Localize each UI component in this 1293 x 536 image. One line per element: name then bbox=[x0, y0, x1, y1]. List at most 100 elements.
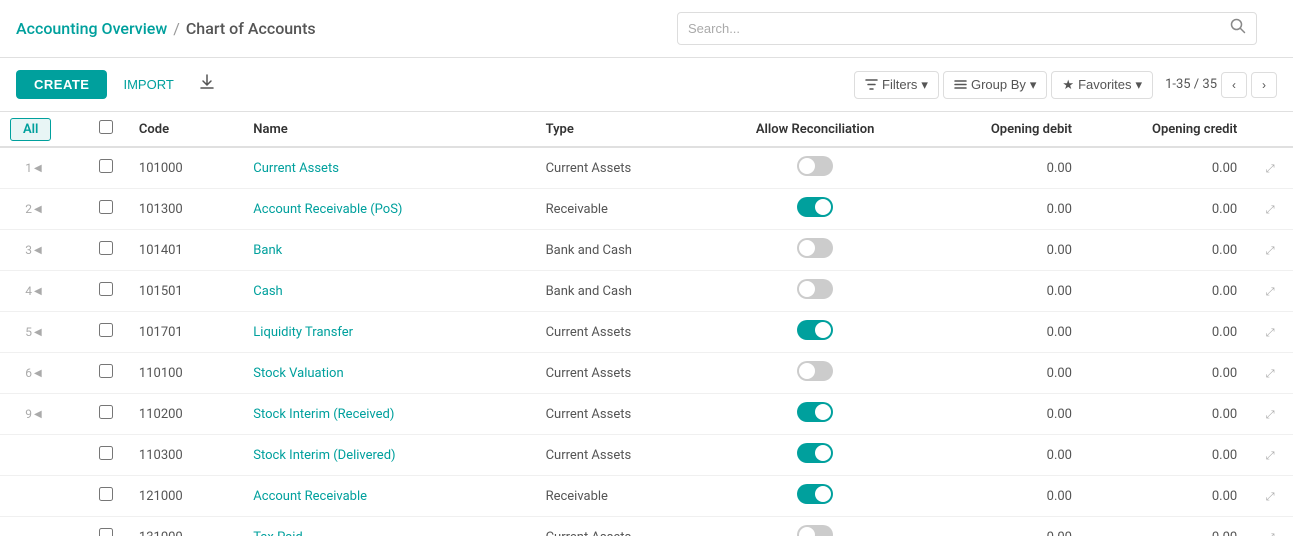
row-name[interactable]: Cash bbox=[243, 271, 535, 312]
row-checkbox-cell[interactable] bbox=[83, 517, 129, 536]
row-checkbox[interactable] bbox=[99, 364, 113, 378]
row-checkbox-cell[interactable] bbox=[83, 271, 129, 312]
download-button[interactable] bbox=[190, 66, 224, 103]
search-input[interactable] bbox=[688, 21, 1230, 36]
row-name[interactable]: Stock Valuation bbox=[243, 353, 535, 394]
row-checkbox[interactable] bbox=[99, 528, 113, 536]
expand-icon[interactable]: ⤢ bbox=[1266, 285, 1275, 298]
row-code: 110300 bbox=[129, 435, 243, 476]
row-expand-chevron[interactable]: ◀ bbox=[34, 409, 42, 420]
row-reconcile[interactable] bbox=[713, 353, 916, 394]
create-button[interactable]: CREATE bbox=[16, 70, 107, 99]
row-code: 101701 bbox=[129, 312, 243, 353]
row-reconcile[interactable] bbox=[713, 312, 916, 353]
row-reconcile[interactable] bbox=[713, 189, 916, 230]
expand-icon[interactable]: ⤢ bbox=[1266, 244, 1275, 257]
row-expand-chevron[interactable]: ◀ bbox=[34, 368, 42, 379]
row-name[interactable]: Account Receivable bbox=[243, 476, 535, 517]
expand-icon[interactable]: ⤢ bbox=[1266, 531, 1275, 536]
row-expand-cell[interactable]: ⤢ bbox=[1247, 230, 1293, 271]
breadcrumb-accounting-link[interactable]: Accounting Overview bbox=[16, 19, 167, 38]
row-expand-cell[interactable]: ⤢ bbox=[1247, 147, 1293, 189]
search-button[interactable] bbox=[1230, 18, 1246, 39]
reconcile-toggle[interactable] bbox=[797, 361, 833, 381]
table-header-row: All Code Name Type Allow Reconciliation … bbox=[0, 112, 1293, 147]
expand-icon[interactable]: ⤢ bbox=[1266, 490, 1275, 503]
select-all-checkbox[interactable] bbox=[99, 120, 113, 134]
row-type: Bank and Cash bbox=[536, 230, 714, 271]
row-checkbox-cell[interactable] bbox=[83, 230, 129, 271]
expand-icon[interactable]: ⤢ bbox=[1266, 203, 1275, 216]
row-reconcile[interactable] bbox=[713, 476, 916, 517]
row-checkbox[interactable] bbox=[99, 446, 113, 460]
next-page-button[interactable]: › bbox=[1251, 72, 1277, 98]
row-reconcile[interactable] bbox=[713, 394, 916, 435]
row-checkbox[interactable] bbox=[99, 241, 113, 255]
row-code: 101401 bbox=[129, 230, 243, 271]
reconcile-toggle[interactable] bbox=[797, 238, 833, 258]
expand-icon[interactable]: ⤢ bbox=[1266, 162, 1275, 175]
row-expand-chevron[interactable]: ◀ bbox=[34, 163, 42, 174]
reconcile-toggle[interactable] bbox=[797, 197, 833, 217]
groupby-button[interactable]: Group By ▾ bbox=[943, 71, 1047, 99]
row-name[interactable]: Stock Interim (Delivered) bbox=[243, 435, 535, 476]
row-reconcile[interactable] bbox=[713, 147, 916, 189]
row-expand-cell[interactable]: ⤢ bbox=[1247, 476, 1293, 517]
row-expand-cell[interactable]: ⤢ bbox=[1247, 189, 1293, 230]
reconcile-toggle[interactable] bbox=[797, 484, 833, 504]
row-name[interactable]: Stock Interim (Received) bbox=[243, 394, 535, 435]
row-checkbox-cell[interactable] bbox=[83, 312, 129, 353]
row-checkbox-cell[interactable] bbox=[83, 147, 129, 189]
row-name[interactable]: Tax Paid bbox=[243, 517, 535, 536]
row-expand-cell[interactable]: ⤢ bbox=[1247, 271, 1293, 312]
expand-icon[interactable]: ⤢ bbox=[1266, 408, 1275, 421]
row-expand-cell[interactable]: ⤢ bbox=[1247, 394, 1293, 435]
search-bar[interactable] bbox=[677, 12, 1257, 45]
row-checkbox-cell[interactable] bbox=[83, 476, 129, 517]
row-expand-chevron[interactable]: ◀ bbox=[34, 286, 42, 297]
row-expand-chevron[interactable]: ◀ bbox=[34, 327, 42, 338]
row-name[interactable]: Account Receivable (PoS) bbox=[243, 189, 535, 230]
row-reconcile[interactable] bbox=[713, 271, 916, 312]
reconcile-toggle[interactable] bbox=[797, 320, 833, 340]
prev-page-button[interactable]: ‹ bbox=[1221, 72, 1247, 98]
row-checkbox[interactable] bbox=[99, 200, 113, 214]
favorites-button[interactable]: ★ Favorites ▾ bbox=[1051, 71, 1153, 99]
row-expand-cell[interactable]: ⤢ bbox=[1247, 435, 1293, 476]
row-checkbox[interactable] bbox=[99, 282, 113, 296]
row-name[interactable]: Current Assets bbox=[243, 147, 535, 189]
row-expand-chevron[interactable]: ◀ bbox=[34, 204, 42, 215]
row-checkbox-cell[interactable] bbox=[83, 435, 129, 476]
row-reconcile[interactable] bbox=[713, 230, 916, 271]
filters-button[interactable]: Filters ▾ bbox=[854, 71, 939, 99]
reconcile-toggle[interactable] bbox=[797, 279, 833, 299]
reconcile-toggle[interactable] bbox=[797, 156, 833, 176]
row-checkbox[interactable] bbox=[99, 323, 113, 337]
row-checkbox-cell[interactable] bbox=[83, 189, 129, 230]
all-tab[interactable]: All bbox=[10, 118, 51, 141]
reconcile-toggle[interactable] bbox=[797, 443, 833, 463]
row-reconcile[interactable] bbox=[713, 435, 916, 476]
row-expand-cell[interactable]: ⤢ bbox=[1247, 312, 1293, 353]
toolbar: CREATE IMPORT Filters ▾ Group By ▾ ★ bbox=[0, 58, 1293, 112]
row-checkbox[interactable] bbox=[99, 159, 113, 173]
row-checkbox[interactable] bbox=[99, 487, 113, 501]
col-header-check[interactable] bbox=[83, 112, 129, 147]
reconcile-toggle[interactable] bbox=[797, 525, 833, 536]
row-checkbox-cell[interactable] bbox=[83, 394, 129, 435]
row-checkbox-cell[interactable] bbox=[83, 353, 129, 394]
row-expand-chevron[interactable]: ◀ bbox=[34, 245, 42, 256]
row-name[interactable]: Liquidity Transfer bbox=[243, 312, 535, 353]
row-reconcile[interactable] bbox=[713, 517, 916, 536]
import-button[interactable]: IMPORT bbox=[115, 70, 181, 99]
expand-icon[interactable]: ⤢ bbox=[1266, 449, 1275, 462]
row-type: Current Assets bbox=[536, 353, 714, 394]
row-name[interactable]: Bank bbox=[243, 230, 535, 271]
row-number-cell: 6◀ bbox=[0, 353, 83, 394]
expand-icon[interactable]: ⤢ bbox=[1266, 367, 1275, 380]
row-expand-cell[interactable]: ⤢ bbox=[1247, 353, 1293, 394]
reconcile-toggle[interactable] bbox=[797, 402, 833, 422]
expand-icon[interactable]: ⤢ bbox=[1266, 326, 1275, 339]
row-checkbox[interactable] bbox=[99, 405, 113, 419]
row-expand-cell[interactable]: ⤢ bbox=[1247, 517, 1293, 536]
